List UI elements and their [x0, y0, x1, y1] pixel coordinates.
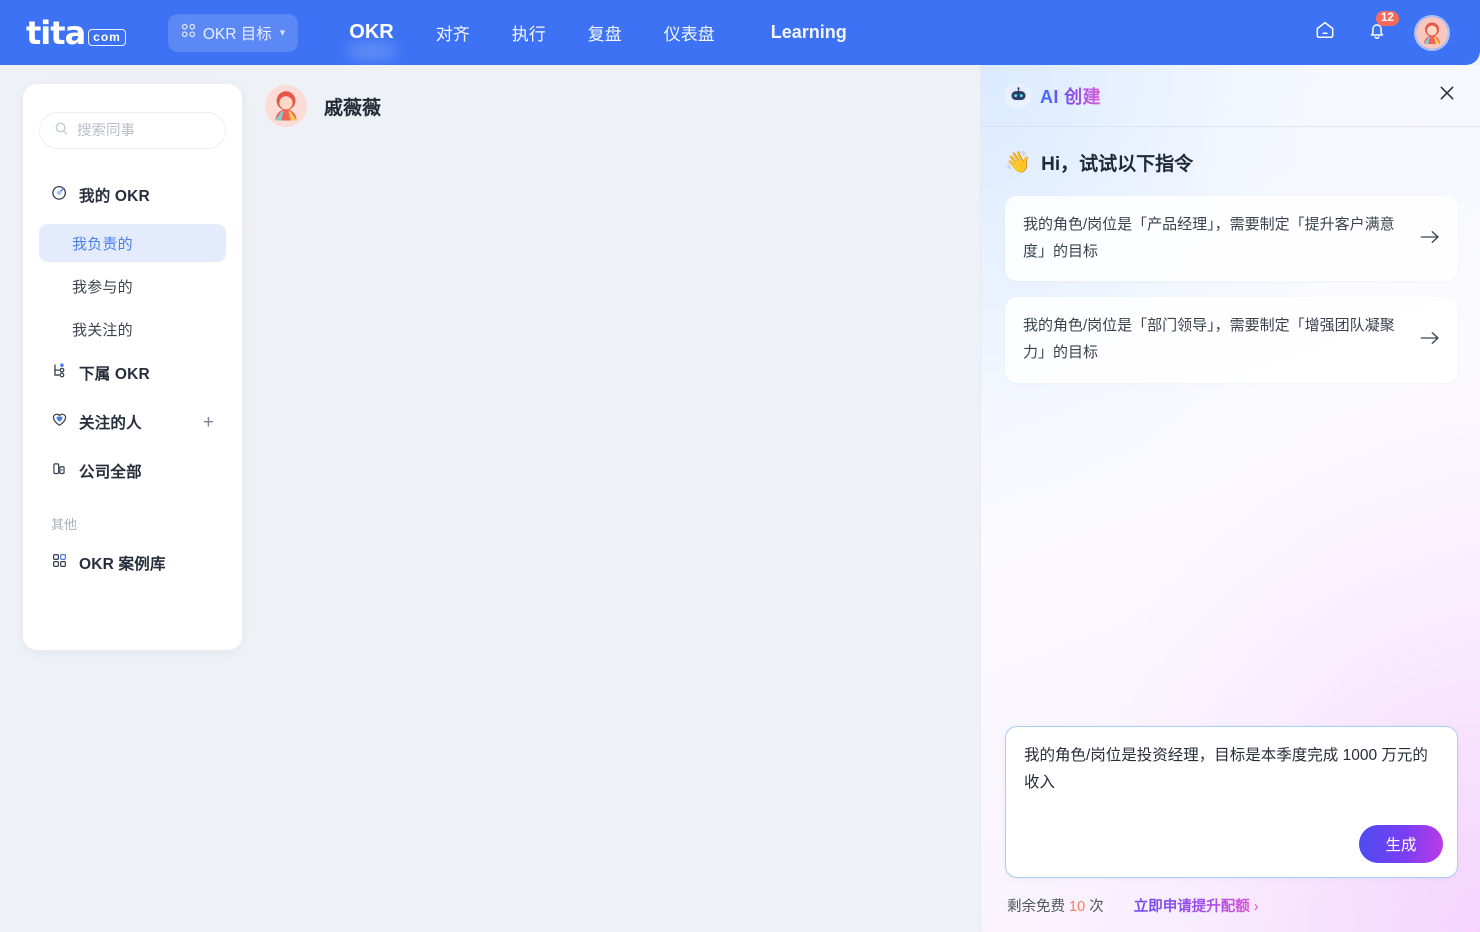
page-title: 戚薇薇	[324, 97, 382, 119]
ai-greeting-text: Hi，试试以下指令	[1041, 154, 1194, 175]
ai-greeting-row: 👋 Hi，试试以下指令	[1005, 149, 1458, 176]
search-input[interactable]	[77, 122, 211, 139]
heart-icon	[51, 411, 68, 433]
sidebar-item-my-okr[interactable]: 我的 OKR	[39, 175, 226, 215]
sidebar-item-label: 我关注的	[72, 321, 133, 339]
nav-right-actions: 12	[1310, 10, 1462, 51]
apply-quota-label: 立即申请提升配额	[1133, 899, 1250, 915]
sidebar-item-label: 我负责的	[72, 235, 133, 253]
sidebar-item-followed-people[interactable]: 关注的人 +	[39, 402, 226, 442]
ai-suggestion-text: 我的角色/岗位是「部门领导」，需要制定「增强团队凝聚力」的目标	[1023, 317, 1395, 362]
top-navigation-bar: tita com OKR 目标 ▾ OKR 对齐 执行 复盘 仪表盘 Learn…	[0, 0, 1480, 65]
sidebar-item-owned-by-me[interactable]: 我负责的	[39, 224, 226, 262]
ai-suggestion-item[interactable]: 我的角色/岗位是「部门领导」，需要制定「增强团队凝聚力」的目标	[1005, 297, 1458, 383]
grid-icon	[181, 23, 196, 43]
sidebar-item-label: 我的 OKR	[79, 188, 150, 205]
sidebar-item-subordinate-okr[interactable]: 下属 OKR	[39, 353, 226, 393]
ai-panel-footer: 我的角色/岗位是投资经理，目标是本季度完成 1000 万元的收入 生成 剩余免费…	[981, 726, 1480, 932]
close-icon[interactable]	[1436, 82, 1458, 109]
nav-item-learning[interactable]: Learning	[750, 0, 868, 65]
module-switcher-label: OKR 目标	[202, 25, 272, 43]
quota-prefix: 剩余免费	[1007, 899, 1065, 915]
quota-count: 10	[1069, 899, 1086, 915]
ai-quota-row: 剩余免费 10 次 立即申请提升配额 ›	[1005, 895, 1458, 916]
ai-suggestion-text: 我的角色/岗位是「产品经理」，需要制定「提升客户满意度」的目标	[1023, 216, 1395, 260]
nav-item-dashboard[interactable]: 仪表盘	[643, 0, 736, 65]
arrow-right-icon	[1420, 330, 1440, 350]
ai-panel-body: 👋 Hi，试试以下指令 我的角色/岗位是「产品经理」，需要制定「提升客户满意度」…	[981, 127, 1480, 726]
sidebar-item-label: 公司全部	[79, 464, 142, 481]
logo-com-badge: com	[88, 29, 126, 46]
sidebar-item-label: 关注的人	[79, 415, 142, 432]
ai-create-panel: AI 创建 👋 Hi，试试以下指令 我的角色/岗位是「产品经理」，需要制定「提升…	[980, 65, 1480, 932]
module-switcher-okr-goals[interactable]: OKR 目标 ▾	[167, 13, 299, 52]
ai-panel-header: AI 创建	[981, 65, 1480, 127]
person-header: 戚薇薇	[265, 85, 381, 127]
search-icon	[54, 121, 69, 141]
sidebar-section-label-other: 其他	[51, 517, 78, 532]
main-content: 戚薇薇	[243, 65, 980, 932]
apply-quota-increase-link[interactable]: 立即申请提升配额 ›	[1134, 895, 1259, 916]
sidebar-item-okr-case-library[interactable]: OKR 案例库	[39, 543, 226, 583]
notifications-button[interactable]: 12	[1362, 10, 1399, 48]
tita-logo[interactable]: tita com	[26, 17, 126, 49]
sidebar-item-label: 下属 OKR	[79, 366, 150, 383]
primary-nav-items: OKR 对齐 执行 复盘 仪表盘 Learning	[328, 0, 867, 65]
chevron-right-icon: ›	[1253, 899, 1259, 915]
remaining-free-quota: 剩余免费 10 次	[1007, 895, 1104, 916]
ai-suggestion-item[interactable]: 我的角色/岗位是「产品经理」，需要制定「提升客户满意度」的目标	[1005, 196, 1458, 282]
sidebar-item-participating[interactable]: 我参与的	[39, 267, 226, 305]
home-icon	[1313, 18, 1337, 47]
chevron-down-icon: ▾	[279, 27, 286, 39]
nav-item-execution[interactable]: 执行	[491, 0, 567, 65]
search-colleagues-box[interactable]	[39, 112, 226, 149]
logo-wordmark: tita	[26, 13, 86, 52]
sidebar-item-label: 我参与的	[72, 278, 133, 296]
sidebar-item-label: OKR 案例库	[79, 556, 166, 573]
sidebar: 我的 OKR 我负责的 我参与的 我关注的 下属 OKR	[23, 84, 242, 650]
quota-suffix: 次	[1089, 899, 1104, 915]
nav-item-alignment[interactable]: 对齐	[415, 0, 491, 65]
sidebar-item-following[interactable]: 我关注的	[39, 310, 226, 348]
ai-prompt-composer[interactable]: 我的角色/岗位是投资经理，目标是本季度完成 1000 万元的收入 生成	[1005, 726, 1458, 878]
sidebar-item-company-all[interactable]: 公司全部	[39, 451, 226, 491]
grid-four-icon	[51, 552, 68, 574]
nav-item-review[interactable]: 复盘	[567, 0, 643, 65]
add-followed-person-button[interactable]: +	[203, 413, 214, 432]
ai-panel-title: AI 创建	[1040, 83, 1101, 109]
person-avatar[interactable]	[265, 85, 307, 127]
waving-hand-icon: 👋	[1005, 151, 1032, 174]
robot-icon	[1005, 82, 1031, 109]
org-tree-icon	[51, 362, 68, 384]
nav-item-okr[interactable]: OKR	[328, 0, 414, 65]
target-icon	[51, 184, 68, 206]
building-icon	[51, 460, 68, 482]
arrow-right-icon	[1420, 229, 1440, 249]
sidebar-nav-list: 我的 OKR 我负责的 我参与的 我关注的 下属 OKR 关注的人 + 公司全部…	[39, 175, 226, 583]
ai-prompt-input[interactable]: 我的角色/岗位是投资经理，目标是本季度完成 1000 万元的收入	[1024, 743, 1439, 796]
notification-badge: 12	[1376, 10, 1399, 27]
home-button[interactable]	[1310, 18, 1340, 48]
generate-button[interactable]: 生成	[1359, 825, 1443, 863]
avatar[interactable]	[1414, 14, 1450, 51]
